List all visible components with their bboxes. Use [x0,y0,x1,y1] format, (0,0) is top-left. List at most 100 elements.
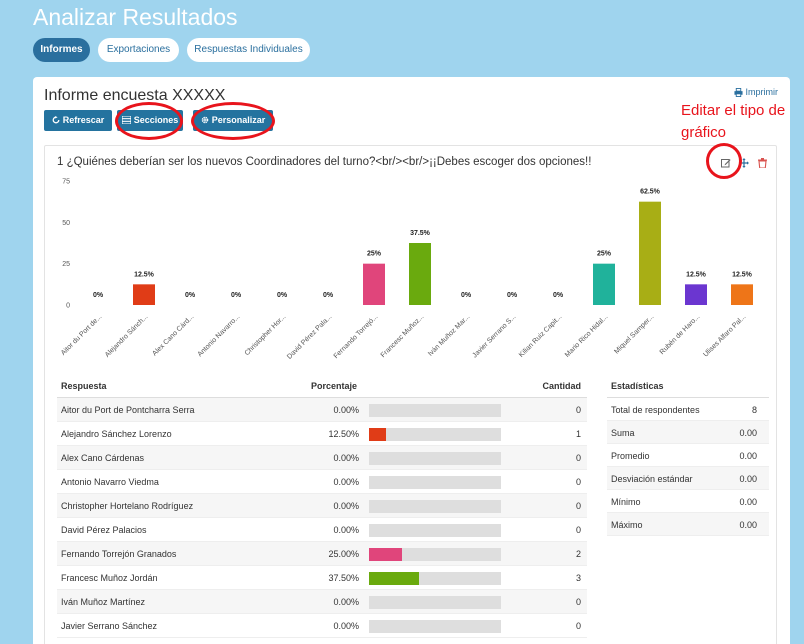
answer-progress-bar [369,428,501,441]
answer-percent: 25.00% [328,549,359,559]
y-tick-label: 50 [62,220,70,227]
bar-value-label: 0% [461,292,472,299]
x-tick-label: Kilian Ruiz Capit... [518,313,563,358]
answer-percent: 0.00% [333,405,359,415]
answer-count: 0 [575,501,581,511]
statistic-label: Total de respondentes [611,405,700,415]
answer-percent: 0.00% [333,453,359,463]
answer-progress-bar [369,524,501,537]
statistic-value: 0.00 [739,520,757,530]
table-row: Alejandro Sánchez Lorenzo 12.50% 1 [57,422,587,446]
answer-progress-bar [369,596,501,609]
x-tick-label: Alex Cano Cárd... [151,313,195,357]
answer-progress-bar [369,500,501,513]
header-count: Cantidad [542,381,581,391]
statistic-value: 0.00 [739,428,757,438]
y-tick-label: 75 [62,179,70,186]
responses-table: Respuesta Porcentaje Cantidad Aitor du P… [57,374,587,638]
x-tick-label: Iván Muñoz Mar... [427,313,471,357]
answer-name: Antonio Navarro Viedma [61,477,159,487]
bar[interactable] [409,243,431,305]
bar-value-label: 12.5% [686,271,707,278]
statistic-value: 8 [751,405,757,415]
table-row: Javier Serrano Sánchez 0.00% 0 [57,614,587,638]
answer-name: Francesc Muñoz Jordán [61,573,158,583]
answer-progress-bar [369,572,501,585]
bar-value-label: 0% [231,292,242,299]
x-tick-label: Miquel Samper... [613,313,655,355]
answer-percent: 0.00% [333,477,359,487]
table-row: Iván Muñoz Martínez 0.00% 0 [57,590,587,614]
bar[interactable] [731,284,753,305]
bar[interactable] [363,263,385,305]
statistic-label: Promedio [611,451,650,461]
answer-count: 0 [575,405,581,415]
answer-progress-fill [369,428,386,441]
table-row: Francesc Muñoz Jordán 37.50% 3 [57,566,587,590]
table-row: Aitor du Port de Pontcharra Serra 0.00% 0 [57,398,587,422]
bar-value-label: 12.5% [134,271,155,278]
answer-count: 0 [575,597,581,607]
statistic-label: Máximo [611,520,643,530]
answer-name: Fernando Torrejón Granados [61,549,177,559]
bar[interactable] [639,201,661,305]
table-row: Antonio Navarro Viedma 0.00% 0 [57,470,587,494]
statistics-row: Desviación estándar 0.00 [607,467,769,490]
x-tick-label: Francesc Muñoz... [380,313,426,359]
bar-value-label: 62.5% [640,189,661,196]
answer-progress-bar [369,452,501,465]
statistics-header: Estadísticas [607,374,769,398]
answer-percent: 0.00% [333,597,359,607]
y-tick-label: 0 [66,303,70,310]
bar-value-label: 37.5% [410,230,431,237]
answer-name: Iván Muñoz Martínez [61,597,146,607]
bar-value-label: 0% [185,292,196,299]
answer-count: 1 [575,429,581,439]
header-answer: Respuesta [61,381,107,391]
statistic-label: Mínimo [611,497,641,507]
x-tick-label: Rubén de Haro... [659,313,702,356]
statistics-table: Estadísticas Total de respondentes 8 Suma 0… [607,374,769,536]
table-row: Fernando Torrejón Granados 25.00% 2 [57,542,587,566]
x-tick-label: Christopher Hor... [244,313,288,357]
x-tick-label: Ulises Alfaro Pal... [702,313,747,358]
answer-count: 0 [575,453,581,463]
statistics-title: Estadísticas [611,381,664,391]
answer-percent: 0.00% [333,621,359,631]
responses-table-header: Respuesta Porcentaje Cantidad [57,374,587,398]
statistics-row: Total de respondentes 8 [607,398,769,421]
answer-count: 3 [575,573,581,583]
bar[interactable] [685,284,707,305]
bar[interactable] [133,284,155,305]
table-row: Christopher Hortelano Rodríguez 0.00% 0 [57,494,587,518]
bar-value-label: 0% [93,292,104,299]
bar[interactable] [593,263,615,305]
statistic-value: 0.00 [739,474,757,484]
bar-value-label: 0% [277,292,288,299]
answer-name: Alex Cano Cárdenas [61,453,145,463]
answer-progress-bar [369,620,501,633]
answer-count: 0 [575,621,581,631]
statistics-row: Máximo 0.00 [607,513,769,536]
answer-percent: 0.00% [333,525,359,535]
answer-name: Aitor du Port de Pontcharra Serra [61,405,195,415]
answer-percent: 0.00% [333,501,359,511]
table-row: David Pérez Palacios 0.00% 0 [57,518,587,542]
table-row: Alex Cano Cárdenas 0.00% 0 [57,446,587,470]
bar-value-label: 0% [507,292,518,299]
answer-name: Javier Serrano Sánchez [61,621,158,631]
answer-progress-fill [369,572,419,585]
answer-count: 2 [575,549,581,559]
answer-progress-fill [369,548,402,561]
x-tick-label: Antonio Navarro... [197,313,242,358]
bar-value-label: 0% [323,292,334,299]
statistic-label: Desviación estándar [611,474,693,484]
x-tick-label: Mario Rico Hidal... [564,313,609,358]
bar-value-label: 25% [367,251,382,258]
statistic-value: 0.00 [739,497,757,507]
x-tick-label: Aitor du Port de... [60,313,104,357]
answer-name: Christopher Hortelano Rodríguez [61,501,194,511]
answer-name: Alejandro Sánchez Lorenzo [61,429,172,439]
statistics-row: Promedio 0.00 [607,444,769,467]
answer-progress-bar [369,476,501,489]
